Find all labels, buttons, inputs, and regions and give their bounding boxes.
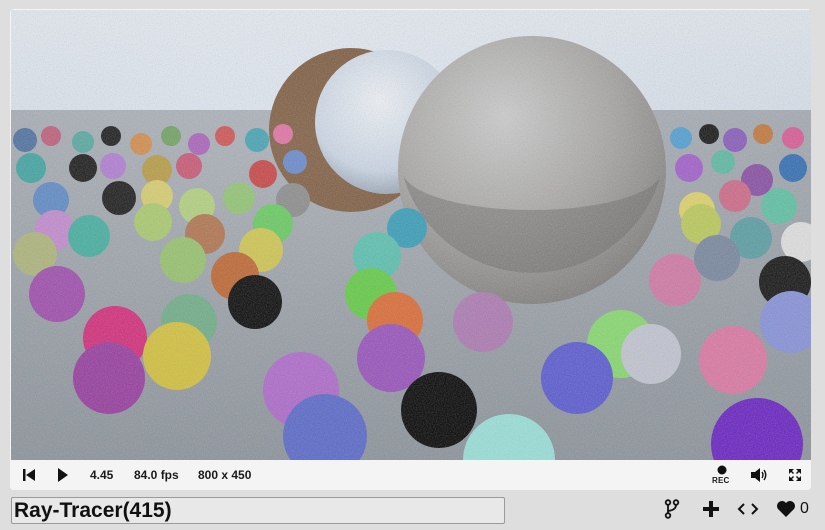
like-button[interactable]: 0 [776, 498, 809, 520]
rewind-button[interactable] [21, 467, 37, 483]
shader-title: Ray-Tracer(415) [11, 497, 505, 524]
play-icon [58, 468, 68, 482]
raytraced-scene [11, 10, 811, 460]
embed-button[interactable] [737, 498, 759, 520]
play-button[interactable] [56, 467, 70, 483]
code-icon [737, 503, 759, 515]
fork-icon [664, 499, 680, 519]
render-canvas[interactable] [11, 10, 811, 460]
volume-icon [751, 468, 767, 482]
record-button[interactable]: REC [712, 463, 732, 485]
fullscreen-icon [789, 469, 801, 481]
fork-button[interactable] [664, 498, 680, 520]
resolution-readout: 800 x 450 [198, 468, 252, 482]
fullscreen-button[interactable] [787, 467, 803, 483]
plus-icon [703, 501, 719, 517]
like-count: 0 [800, 500, 809, 517]
shader-player: 4.45 84.0 fps 800 x 450 REC [10, 9, 811, 490]
add-button[interactable] [702, 498, 720, 520]
player-controls: 4.45 84.0 fps 800 x 450 REC [10, 460, 811, 490]
path-tracing-noise [11, 10, 811, 460]
record-icon [717, 465, 727, 475]
time-readout: 4.45 [90, 468, 114, 482]
volume-button[interactable] [750, 467, 768, 483]
heart-icon [777, 501, 795, 517]
fps-readout: 84.0 fps [134, 468, 179, 482]
rec-label: REC [712, 476, 730, 485]
skip-to-start-icon [23, 469, 35, 481]
